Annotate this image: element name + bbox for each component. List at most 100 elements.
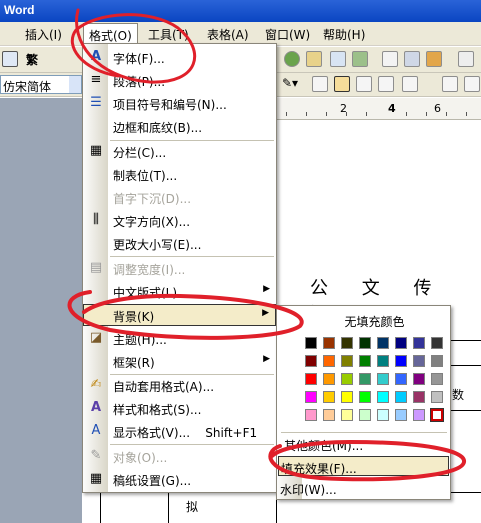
menu-item-reveal-formatting[interactable]: A 显示格式(V)... Shift+F1 bbox=[83, 420, 276, 442]
menu-item-styles-formatting[interactable]: A 样式和格式(S)... bbox=[83, 397, 276, 419]
color-swatch[interactable] bbox=[413, 373, 425, 385]
table-icon[interactable] bbox=[330, 51, 346, 67]
color-swatch[interactable] bbox=[323, 373, 335, 385]
align-left-icon[interactable] bbox=[312, 76, 328, 92]
fill-effects-item[interactable]: 填充效果(F)... bbox=[278, 456, 449, 476]
color-swatch[interactable] bbox=[323, 355, 335, 367]
color-swatch[interactable] bbox=[430, 408, 444, 422]
menu-item-draft-paper[interactable]: ▦ 稿纸设置(G)... bbox=[83, 468, 276, 490]
justify-icon[interactable] bbox=[378, 76, 394, 92]
menu-item-label: 分栏(C)... bbox=[113, 146, 167, 160]
no-fill-color-button[interactable]: 无填充颜色 bbox=[303, 311, 446, 331]
menu-item-tabs[interactable]: 制表位(T)... bbox=[83, 163, 276, 185]
menu-insert[interactable]: 插入(I) bbox=[20, 26, 67, 43]
color-swatch[interactable] bbox=[323, 391, 335, 403]
menu-item-borders-shading[interactable]: 边框和底纹(B)... bbox=[83, 115, 276, 137]
traditional-chinese-button[interactable]: 繁 bbox=[26, 51, 38, 68]
color-swatch[interactable] bbox=[323, 409, 335, 421]
ruler-label: 6 bbox=[434, 102, 441, 115]
menu-item-label: 中文版式(L) bbox=[113, 286, 178, 300]
line-spacing-icon[interactable] bbox=[402, 76, 418, 92]
menu-item-columns[interactable]: ▦ 分栏(C)... bbox=[83, 140, 276, 162]
menu-item-asian-layout[interactable]: 中文版式(L) ▶ bbox=[83, 280, 276, 302]
menu-item-paragraph[interactable]: ≡ 段落(P)... bbox=[83, 69, 276, 91]
color-swatch[interactable] bbox=[341, 373, 353, 385]
color-swatch[interactable] bbox=[305, 355, 317, 367]
color-swatch[interactable] bbox=[359, 355, 371, 367]
columns-icon[interactable] bbox=[382, 51, 398, 67]
excel-icon[interactable] bbox=[352, 51, 368, 67]
color-swatch[interactable] bbox=[395, 355, 407, 367]
edit-icon[interactable] bbox=[306, 51, 322, 67]
color-swatch[interactable] bbox=[359, 409, 371, 421]
font-name-select[interactable]: 仿宋简体 bbox=[0, 75, 82, 94]
color-swatch[interactable] bbox=[413, 391, 425, 403]
color-swatch[interactable] bbox=[305, 409, 317, 421]
menu-item-change-case[interactable]: 更改大小写(E)... bbox=[83, 232, 276, 254]
menu-tools[interactable]: 工具(T) bbox=[143, 26, 194, 43]
color-swatch[interactable] bbox=[305, 373, 317, 385]
more-colors-item[interactable]: 其他颜色(M)... bbox=[278, 434, 449, 454]
background-submenu: 无填充颜色 其他颜色(M)... 填充效果(F)... 水印(W)... bbox=[276, 305, 451, 500]
menu-help[interactable]: 帮助(H) bbox=[318, 26, 370, 43]
menu-item-bullets-numbering[interactable]: ☰ 项目符号和编号(N)... bbox=[83, 92, 276, 114]
table-border bbox=[450, 410, 481, 411]
color-swatch[interactable] bbox=[431, 337, 443, 349]
submenu-arrow-icon: ▶ bbox=[262, 308, 269, 318]
color-swatch[interactable] bbox=[341, 409, 353, 421]
globe-icon[interactable] bbox=[284, 51, 300, 67]
color-swatch[interactable] bbox=[395, 391, 407, 403]
color-swatch[interactable] bbox=[377, 409, 389, 421]
color-swatch[interactable] bbox=[377, 391, 389, 403]
menu-item-label: 其他颜色(M)... bbox=[284, 439, 364, 453]
menu-item-label: 首字下沉(D)... bbox=[113, 192, 192, 206]
search-icon[interactable] bbox=[2, 51, 18, 67]
color-swatch[interactable] bbox=[377, 355, 389, 367]
color-swatch[interactable] bbox=[431, 355, 443, 367]
color-swatch[interactable] bbox=[359, 391, 371, 403]
menu-item-label: 段落(P)... bbox=[113, 75, 166, 89]
table-border bbox=[450, 365, 481, 366]
menu-table[interactable]: 表格(A) bbox=[202, 26, 254, 43]
drawing-icon[interactable] bbox=[404, 51, 420, 67]
watermark-item[interactable]: 水印(W)... bbox=[278, 478, 449, 498]
color-swatch[interactable] bbox=[395, 409, 407, 421]
highlight-icon[interactable]: ✎▾ bbox=[282, 76, 298, 90]
color-swatch[interactable] bbox=[413, 355, 425, 367]
color-swatch[interactable] bbox=[341, 355, 353, 367]
menu-item-autoformat[interactable]: ✍ 自动套用格式(A)... bbox=[83, 374, 276, 396]
color-swatch[interactable] bbox=[377, 337, 389, 349]
color-swatch[interactable] bbox=[395, 337, 407, 349]
color-swatch[interactable] bbox=[413, 409, 425, 421]
paragraph-icon: ≡ bbox=[90, 72, 102, 87]
color-swatch[interactable] bbox=[359, 373, 371, 385]
menu-item-label: 自动套用格式(A)... bbox=[113, 380, 215, 394]
numbering-icon[interactable] bbox=[442, 76, 458, 92]
menu-item-theme[interactable]: ◪ 主题(H)... bbox=[83, 327, 276, 349]
color-swatch[interactable] bbox=[341, 337, 353, 349]
reading-icon[interactable] bbox=[458, 51, 474, 67]
color-swatch[interactable] bbox=[305, 391, 317, 403]
submenu-arrow-icon: ▶ bbox=[263, 354, 270, 364]
menu-item-frames[interactable]: 框架(R) ▶ bbox=[83, 350, 276, 372]
color-swatch[interactable] bbox=[323, 337, 335, 349]
color-swatch[interactable] bbox=[341, 391, 353, 403]
menu-window[interactable]: 窗口(W) bbox=[260, 26, 315, 43]
menu-item-label: 字体(F)... bbox=[113, 52, 165, 66]
color-swatch[interactable] bbox=[431, 391, 443, 403]
menu-item-background[interactable]: 背景(K) ▶ bbox=[83, 304, 276, 326]
chevron-down-icon[interactable] bbox=[69, 76, 81, 93]
horizontal-ruler[interactable]: 2 4 6 bbox=[276, 98, 481, 120]
color-swatch[interactable] bbox=[413, 337, 425, 349]
color-swatch[interactable] bbox=[359, 337, 371, 349]
color-swatch[interactable] bbox=[395, 373, 407, 385]
menu-item-font[interactable]: A 字体(F)... bbox=[83, 46, 276, 68]
align-center-icon[interactable] bbox=[334, 76, 350, 92]
menu-item-text-direction[interactable]: ⫼ 文字方向(X)... bbox=[83, 209, 276, 231]
color-swatch[interactable] bbox=[377, 373, 389, 385]
color-swatch[interactable] bbox=[431, 373, 443, 385]
align-right-icon[interactable] bbox=[356, 76, 372, 92]
map-icon[interactable] bbox=[426, 51, 442, 67]
bullets-icon[interactable] bbox=[464, 76, 480, 92]
color-swatch[interactable] bbox=[305, 337, 317, 349]
